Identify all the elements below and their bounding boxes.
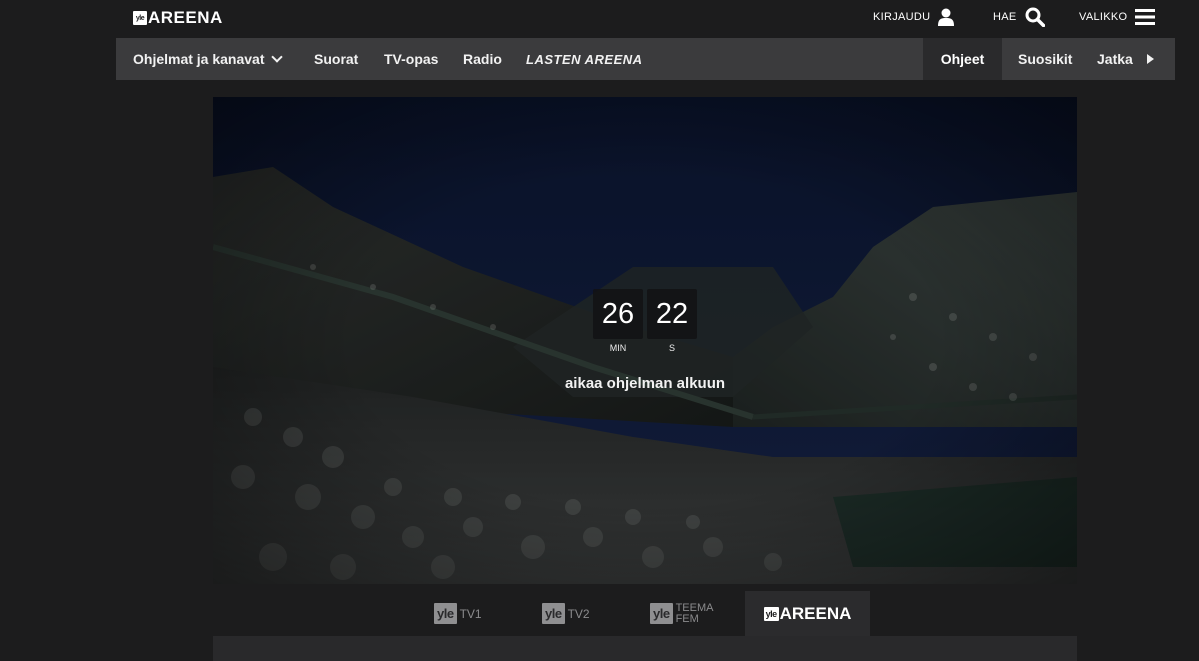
menu-button[interactable]: VALIKKO: [1079, 0, 1156, 34]
hamburger-icon: [1135, 9, 1156, 25]
channel-name-line1: TEEMA: [675, 601, 714, 614]
nav-radio[interactable]: Radio: [463, 38, 502, 80]
countdown-minutes: 26 MIN: [593, 289, 643, 353]
yle-badge: yle: [542, 603, 565, 624]
channel-areena-active[interactable]: yle AREENA: [745, 591, 870, 636]
countdown-caption: aikaa ohjelman alkuun: [564, 375, 726, 392]
seconds-value: 22: [647, 289, 697, 339]
login-label: KIRJAUDU: [873, 11, 931, 23]
top-bar: yle AREENA KIRJAUDU HAE VALIKKO: [116, 0, 1175, 38]
nav-help[interactable]: Ohjeet: [923, 38, 1002, 80]
nav-kids-areena[interactable]: LASTEN AREENA: [526, 38, 643, 80]
nav-continue-label: Jatka: [1097, 51, 1133, 67]
yle-badge: yle: [133, 11, 147, 25]
search-button[interactable]: HAE: [993, 0, 1045, 34]
channel-teema-fem[interactable]: yle TEEMA FEM: [650, 591, 713, 636]
channel-tv1[interactable]: yle TV1: [434, 591, 482, 636]
search-icon: [1025, 7, 1045, 27]
seconds-label: S: [668, 343, 675, 353]
yle-areena-logo[interactable]: yle AREENA: [133, 8, 223, 28]
chevron-down-icon: [270, 50, 283, 63]
nav-favorites[interactable]: Suosikit: [1018, 38, 1072, 80]
logo-text: AREENA: [148, 8, 223, 27]
search-label: HAE: [993, 11, 1017, 23]
nav-continue[interactable]: Jatka: [1097, 38, 1154, 80]
menu-label: VALIKKO: [1079, 11, 1128, 23]
countdown-timer: 26 MIN 22 S: [593, 289, 697, 353]
login-button[interactable]: KIRJAUDU: [873, 0, 955, 34]
channel-name: TV2: [567, 606, 590, 621]
countdown-seconds: 22 S: [647, 289, 697, 353]
yle-badge: yle: [434, 603, 457, 624]
user-icon: [938, 8, 955, 26]
nav-live[interactable]: Suorat: [314, 38, 358, 80]
main-nav: Ohjelmat ja kanavat Suorat TV-opas Radio…: [116, 38, 1175, 80]
nav-tv-guide[interactable]: TV-opas: [384, 38, 438, 80]
channel-name: AREENA: [779, 603, 852, 623]
channel-name: TEEMA FEM: [675, 601, 714, 625]
hero-countdown-panel: 26 MIN 22 S aikaa ohjelman alkuun: [213, 97, 1077, 584]
nav-programs-label: Ohjelmat ja kanavat: [133, 51, 265, 67]
play-arrow-icon: [1146, 54, 1154, 64]
content-panel: [213, 636, 1077, 661]
channel-name: TV1: [459, 606, 482, 621]
minutes-value: 26: [593, 289, 643, 339]
channel-tv2[interactable]: yle TV2: [542, 591, 590, 636]
nav-programs-dropdown[interactable]: Ohjelmat ja kanavat: [133, 38, 283, 80]
minutes-label: MIN: [609, 343, 627, 353]
channel-name-line2: FEM: [675, 612, 699, 625]
yle-badge: yle: [650, 603, 673, 624]
yle-badge: yle: [763, 606, 779, 621]
